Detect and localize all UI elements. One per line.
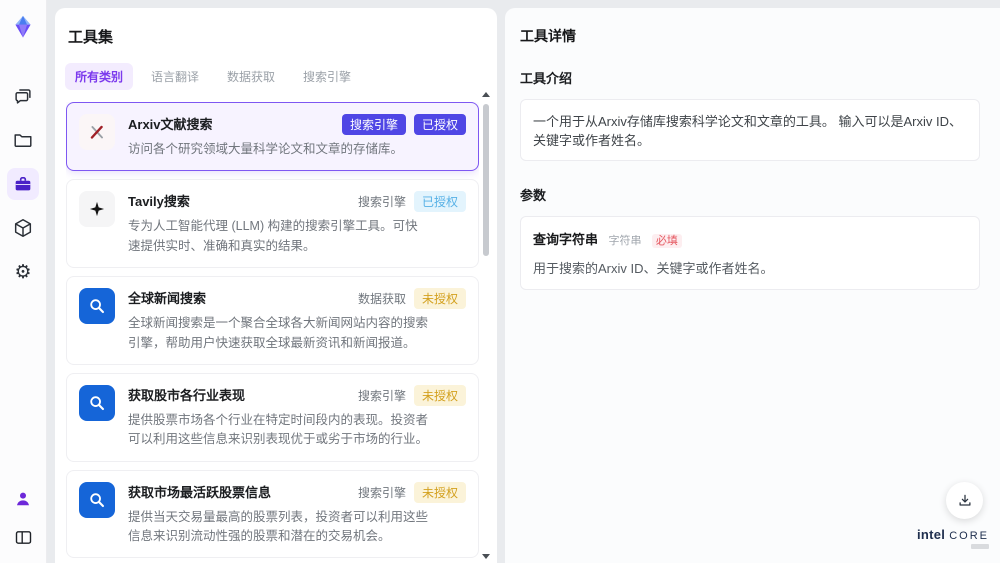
scroll-down-arrow-icon[interactable] [482, 554, 490, 559]
search-blue-icon [79, 481, 115, 518]
arxiv-icon [79, 114, 115, 150]
tool-card-body: 获取股市各行业表现 搜索引擎 未授权 提供股票市场各个行业在特定时间段内的表现。… [128, 384, 466, 450]
brand-underline [971, 544, 989, 549]
tool-intro-text: 一个用于从Arxiv存储库搜索科学论文和文章的工具。 输入可以是Arxiv ID… [520, 99, 980, 161]
list-scrollbar [480, 92, 492, 559]
auth-status-badge: 已授权 [413, 114, 466, 135]
briefcase-icon[interactable] [7, 168, 39, 200]
intro-heading: 工具介绍 [520, 71, 573, 86]
tool-card-body: 全球新闻搜索 数据获取 未授权 全球新闻搜索是一个聚合全球各大新闻网站内容的搜索… [128, 288, 466, 353]
panel-toggle-icon[interactable] [7, 521, 39, 553]
tool-details-panel: 工具详情 工具介绍 一个用于从Arxiv存储库搜索科学论文和文章的工具。 输入可… [505, 8, 1000, 563]
parameter-description: 用于搜索的Arxiv ID、关键字或作者姓名。 [533, 261, 774, 276]
auth-status-badge: 未授权 [413, 384, 466, 406]
cube-icon[interactable] [7, 212, 39, 244]
auth-status-badge: 未授权 [413, 481, 466, 503]
tool-description: 提供股票市场各个行业在特定时间段内的表现。投资者可以利用这些信息来识别表现优于或… [128, 412, 429, 447]
app-logo-icon[interactable] [8, 12, 38, 42]
scroll-up-arrow-icon[interactable] [482, 92, 490, 97]
app-root: ⚙ 工具集 所有类别 语言翻译 数据获取 搜索引擎 Arxiv文献搜索 搜索引擎… [0, 0, 1000, 563]
tool-badges: 搜索引擎 已授权 [341, 114, 466, 135]
parameter-name: 查询字符串 [533, 232, 599, 247]
tool-description: 访问各个研究领域大量科学论文和文章的存储库。 [128, 142, 404, 156]
tool-name: Arxiv文献搜索 [128, 117, 213, 132]
category-badge: 数据获取 [357, 292, 406, 307]
tool-badges: 搜索引擎 未授权 [357, 481, 466, 503]
tool-name: Tavily搜索 [128, 194, 190, 210]
tab-all-categories[interactable]: 所有类别 [65, 63, 134, 90]
tab-data-fetch[interactable]: 数据获取 [217, 63, 285, 90]
search-blue-icon [79, 384, 115, 421]
scrollbar-thumb[interactable] [483, 104, 489, 256]
parameter-item: 查询字符串 字符串 必填 用于搜索的Arxiv ID、关键字或作者姓名。 [520, 216, 980, 290]
category-badge: 搜索引擎 [357, 485, 406, 500]
tab-search-engine[interactable]: 搜索引擎 [293, 63, 361, 90]
download-button[interactable] [946, 482, 983, 519]
tool-description: 专为人工智能代理 (LLM) 构建的搜索引擎工具。可快速提供实时、准确和真实的结… [128, 219, 418, 253]
details-title: 工具详情 [520, 28, 576, 44]
tool-card[interactable]: Arxiv文献搜索 搜索引擎 已授权 访问各个研究领域大量科学论文和文章的存储库… [66, 102, 479, 172]
parameter-required-badge: 必填 [651, 234, 682, 248]
tool-name: 获取股市各行业表现 [128, 387, 246, 403]
user-account-icon[interactable] [7, 483, 39, 515]
tool-badges: 搜索引擎 已授权 [357, 191, 466, 213]
tool-list: Arxiv文献搜索 搜索引擎 已授权 访问各个研究领域大量科学论文和文章的存储库… [66, 102, 479, 563]
tool-card-body: Arxiv文献搜索 搜索引擎 已授权 访问各个研究领域大量科学论文和文章的存储库… [128, 114, 466, 159]
sidebar-nav: ⚙ [7, 80, 39, 288]
intel-core-logo: intel CORE [917, 527, 989, 549]
category-badge: 搜索引擎 [357, 388, 406, 403]
sparkle-icon [79, 191, 115, 228]
chat-icon[interactable] [7, 80, 39, 112]
auth-status-badge: 未授权 [413, 288, 466, 310]
tool-card[interactable]: 获取市场最活跃股票信息 搜索引擎 未授权 提供当天交易量最高的股票列表，投资者可… [66, 469, 479, 559]
folder-icon[interactable] [7, 124, 39, 156]
brand-core-text: CORE [949, 530, 989, 542]
params-heading: 参数 [520, 188, 547, 203]
tab-language-translation[interactable]: 语言翻译 [141, 63, 209, 90]
settings-gear-icon[interactable]: ⚙ [7, 256, 39, 288]
tools-panel: 工具集 所有类别 语言翻译 数据获取 搜索引擎 Arxiv文献搜索 搜索引擎 已… [55, 8, 497, 563]
brand-intel-text: intel [916, 527, 946, 542]
tool-badges: 数据获取 未授权 [357, 288, 466, 310]
tool-card[interactable]: 获取股市各行业表现 搜索引擎 未授权 提供股票市场各个行业在特定时间段内的表现。… [66, 372, 479, 462]
download-icon [958, 494, 971, 506]
category-badge: 搜索引擎 [341, 114, 406, 135]
tool-name: 获取市场最活跃股票信息 [128, 484, 272, 500]
tool-name: 全球新闻搜索 [128, 291, 207, 307]
search-blue-icon [79, 288, 115, 325]
sidebar-bottom [7, 483, 39, 553]
page-title: 工具集 [68, 29, 114, 46]
category-tabs: 所有类别 语言翻译 数据获取 搜索引擎 [65, 63, 497, 90]
tool-description: 提供当天交易量最高的股票列表，投资者可以利用这些信息来识别流动性强的股票和潜在的… [128, 509, 429, 543]
tool-card[interactable]: 全球新闻搜索 数据获取 未授权 全球新闻搜索是一个聚合全球各大新闻网站内容的搜索… [66, 276, 479, 365]
sidebar: ⚙ [0, 0, 47, 563]
category-badge: 搜索引擎 [357, 195, 406, 210]
tool-card-body: Tavily搜索 搜索引擎 已授权 专为人工智能代理 (LLM) 构建的搜索引擎… [128, 191, 466, 256]
tool-badges: 搜索引擎 未授权 [357, 384, 466, 406]
tool-card[interactable]: Tavily搜索 搜索引擎 已授权 专为人工智能代理 (LLM) 构建的搜索引擎… [66, 179, 479, 269]
tool-card-body: 获取市场最活跃股票信息 搜索引擎 未授权 提供当天交易量最高的股票列表，投资者可… [128, 481, 466, 547]
parameter-type: 字符串 [608, 235, 642, 247]
tool-description: 全球新闻搜索是一个聚合全球各大新闻网站内容的搜索引擎，帮助用户快速获取全球最新资… [128, 316, 429, 350]
auth-status-badge: 已授权 [413, 191, 466, 213]
